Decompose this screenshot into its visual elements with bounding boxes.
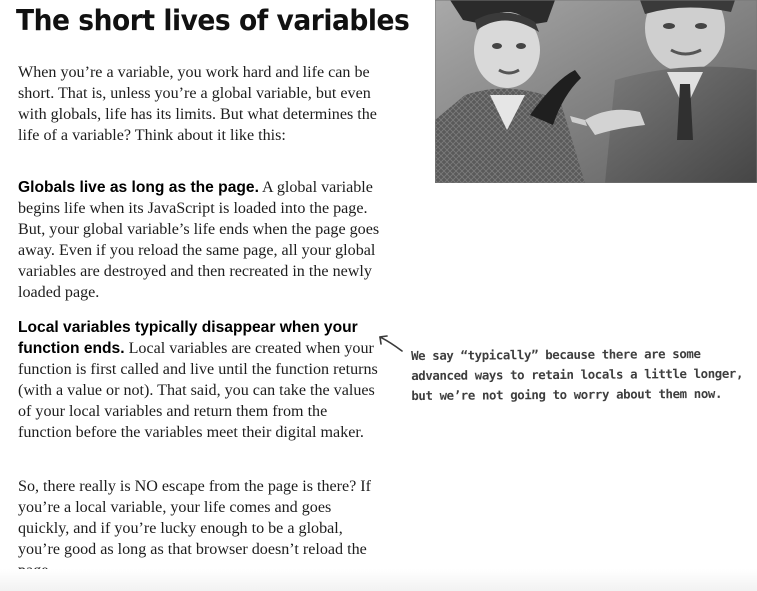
book-page: The short lives of variables When you’re… xyxy=(0,0,757,591)
locals-paragraph: Local variables typically disappear when… xyxy=(18,317,380,443)
margin-annotation: We say “typically” because there are som… xyxy=(411,345,744,403)
page-heading: The short lives of variables xyxy=(16,4,410,37)
globals-lead: Globals live as long as the page. xyxy=(18,179,259,196)
page-bottom-shadow xyxy=(0,569,757,591)
vintage-photo-image xyxy=(435,0,757,183)
conclusion-paragraph: So, there really is NO escape from the p… xyxy=(18,478,372,579)
vintage-photo-couple-pointing-icon xyxy=(435,0,757,183)
intro-paragraph: When you’re a variable, you work hard an… xyxy=(18,64,377,144)
hand-drawn-arrow-icon xyxy=(379,335,403,352)
globals-paragraph: Globals live as long as the page. A glob… xyxy=(18,177,380,303)
globals-text: A global variable begins life when its J… xyxy=(18,179,380,301)
